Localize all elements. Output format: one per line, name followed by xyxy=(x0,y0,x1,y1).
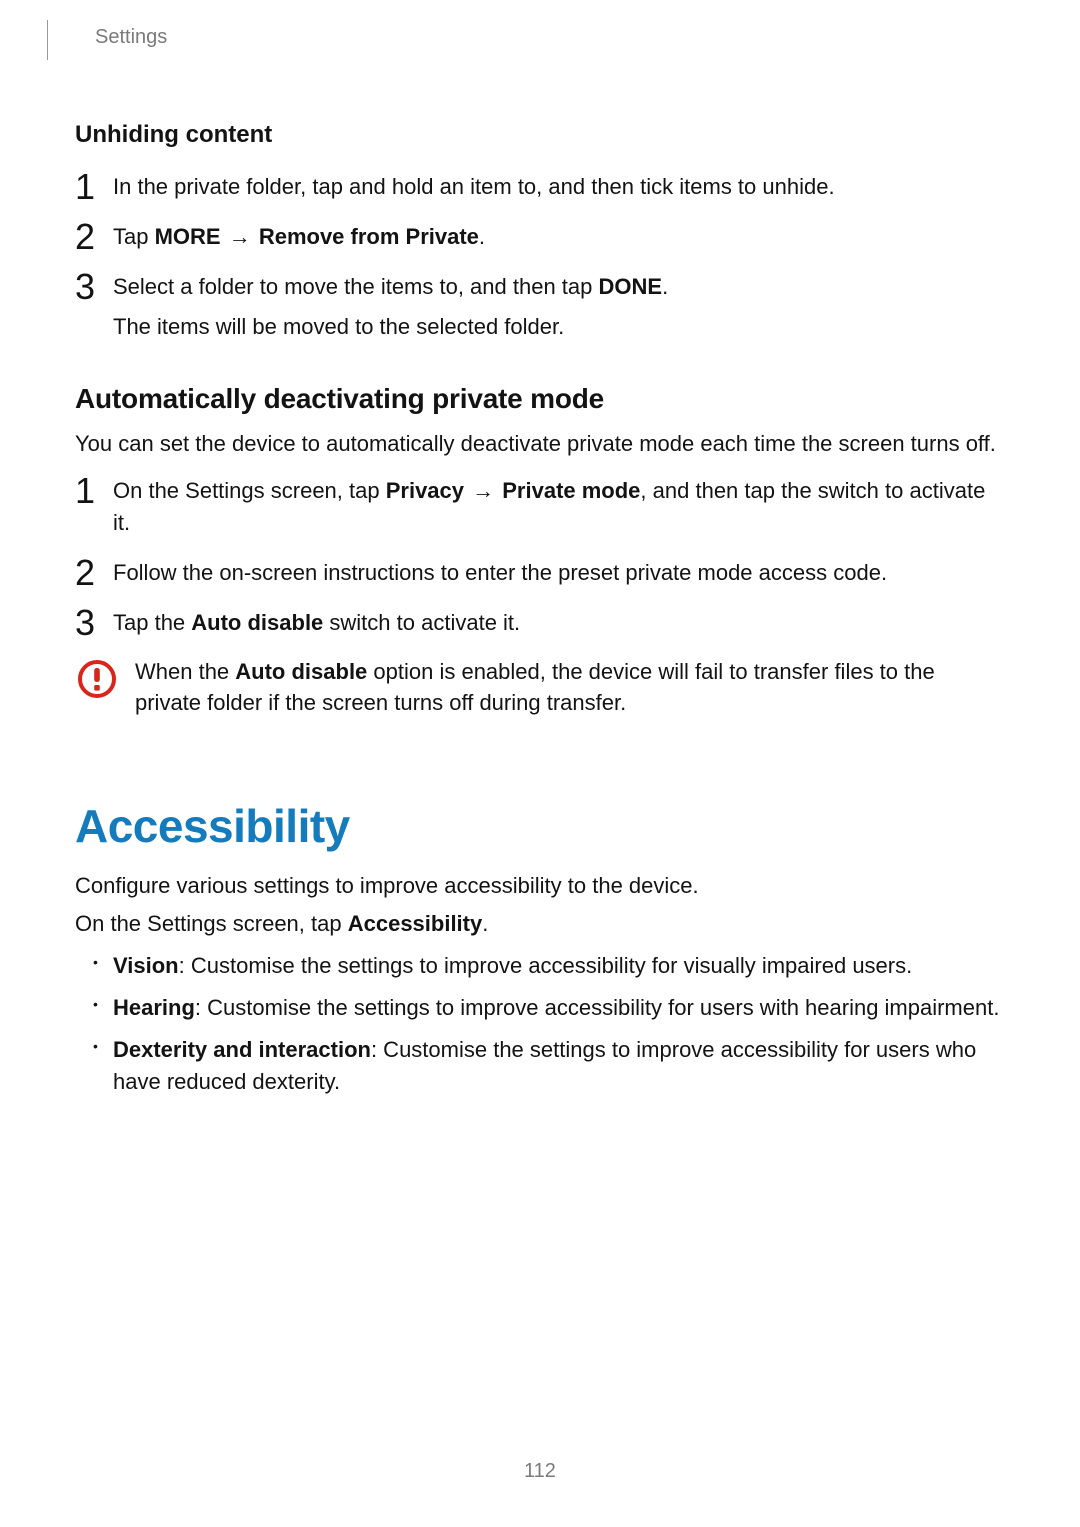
step-body: On the Settings screen, tap Privacy → Pr… xyxy=(113,478,985,535)
bullet-text: : Customise the settings to improve acce… xyxy=(179,953,913,978)
step-number: 3 xyxy=(75,261,95,313)
bullet-bold: Hearing xyxy=(113,995,195,1020)
intro2-text: . xyxy=(482,911,488,936)
auto-deactivate-step-seg-text: switch to activate it. xyxy=(323,610,520,635)
bullet-bold: Dexterity and interaction xyxy=(113,1037,371,1062)
auto-deactivate-step: 2Follow the on-screen instructions to en… xyxy=(75,557,1005,589)
step-number: 2 xyxy=(75,211,95,263)
unhiding-step-seg-text: Tap xyxy=(113,224,155,249)
unhiding-step: 2Tap MORE → Remove from Private. xyxy=(75,221,1005,253)
unhiding-step: 1In the private folder, tap and hold an … xyxy=(75,171,1005,203)
arrow-icon: → xyxy=(221,224,259,249)
step-number: 1 xyxy=(75,465,95,517)
warning-icon xyxy=(77,659,117,699)
step-body: Select a folder to move the items to, an… xyxy=(113,274,668,299)
auto-deactivate-step-seg-text: Tap the xyxy=(113,610,191,635)
intro-accessibility-2: On the Settings screen, tap Accessibilit… xyxy=(75,909,1005,940)
steps-unhiding-content: 1In the private folder, tap and hold an … xyxy=(75,171,1005,343)
heading-accessibility: Accessibility xyxy=(75,799,1005,853)
step-body: Tap the Auto disable switch to activate … xyxy=(113,610,520,635)
auto-deactivate-step-seg-text: On the Settings screen, tap xyxy=(113,478,386,503)
auto-deactivate-step-seg-bold: Private mode xyxy=(502,478,640,503)
step-body: In the private folder, tap and hold an i… xyxy=(113,174,835,199)
step-number: 3 xyxy=(75,597,95,649)
arrow-icon: → xyxy=(464,478,502,503)
step-number: 2 xyxy=(75,547,95,599)
intro2-text: On the Settings screen, tap xyxy=(75,911,348,936)
unhiding-step-seg-text: . xyxy=(662,274,668,299)
step-body: Tap MORE → Remove from Private. xyxy=(113,224,485,249)
heading-auto-deactivate: Automatically deactivating private mode xyxy=(75,383,1005,415)
callout-text: When the xyxy=(135,659,235,684)
list-accessibility-options: Vision: Customise the settings to improv… xyxy=(75,950,1005,1098)
bullet-bold: Vision xyxy=(113,953,179,978)
auto-deactivate-step: 1On the Settings screen, tap Privacy → P… xyxy=(75,475,1005,539)
bullet-text: : Customise the settings to improve acce… xyxy=(195,995,1000,1020)
steps-auto-deactivate: 1On the Settings screen, tap Privacy → P… xyxy=(75,475,1005,639)
document-page: Settings Unhiding content 1In the privat… xyxy=(0,0,1080,1527)
step-number: 1 xyxy=(75,161,95,213)
step-body: Follow the on-screen instructions to ent… xyxy=(113,560,887,585)
unhiding-step-seg-text: In the private folder, tap and hold an i… xyxy=(113,174,835,199)
page-header: Settings xyxy=(75,0,1005,49)
auto-deactivate-step-seg-bold: Privacy xyxy=(386,478,464,503)
callout-text: When the Auto disable option is enabled,… xyxy=(135,657,1005,719)
unhiding-step-seg-bold: MORE xyxy=(155,224,221,249)
unhiding-step-seg-text: . xyxy=(479,224,485,249)
step-subtext: The items will be moved to the selected … xyxy=(113,311,1005,343)
list-item: Vision: Customise the settings to improv… xyxy=(75,950,1005,982)
auto-deactivate-step: 3Tap the Auto disable switch to activate… xyxy=(75,607,1005,639)
intro-auto-deactivate: You can set the device to automatically … xyxy=(75,429,1005,460)
list-item: Dexterity and interaction: Customise the… xyxy=(75,1034,1005,1098)
unhiding-step-seg-text: Select a folder to move the items to, an… xyxy=(113,274,599,299)
header-section-label: Settings xyxy=(75,26,167,48)
auto-deactivate-step-seg-bold: Auto disable xyxy=(191,610,323,635)
intro-accessibility-1: Configure various settings to improve ac… xyxy=(75,871,1005,902)
unhiding-step-seg-bold: DONE xyxy=(599,274,663,299)
list-item: Hearing: Customise the settings to impro… xyxy=(75,992,1005,1024)
unhiding-step-seg-bold: Remove from Private xyxy=(259,224,479,249)
heading-unhiding-content: Unhiding content xyxy=(75,121,1005,149)
auto-deactivate-step-seg-text: Follow the on-screen instructions to ent… xyxy=(113,560,887,585)
callout-warning: When the Auto disable option is enabled,… xyxy=(75,657,1005,719)
callout-bold: Auto disable xyxy=(235,659,367,684)
intro2-bold: Accessibility xyxy=(348,911,483,936)
header-rule xyxy=(47,20,48,60)
unhiding-step: 3Select a folder to move the items to, a… xyxy=(75,271,1005,343)
page-number: 112 xyxy=(0,1460,1080,1483)
